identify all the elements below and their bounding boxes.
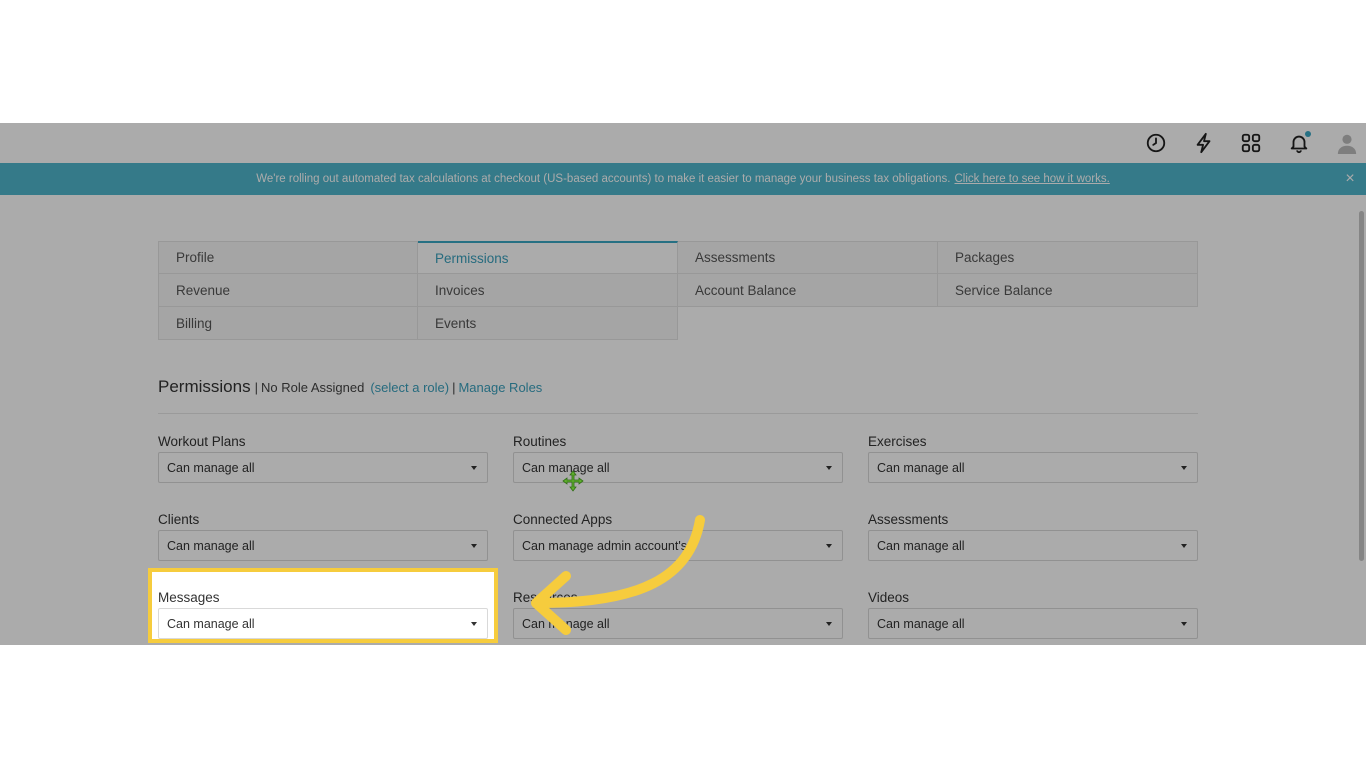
- tab-permissions[interactable]: Permissions: [418, 241, 678, 274]
- page-title: Permissions: [158, 377, 251, 396]
- separator: |: [254, 380, 258, 395]
- app-screenshot: We're rolling out automated tax calculat…: [0, 123, 1366, 645]
- manage-roles-link[interactable]: Manage Roles: [458, 380, 542, 395]
- move-cursor-icon: [562, 470, 584, 492]
- tab-packages[interactable]: Packages: [938, 241, 1198, 274]
- select-value: Can manage all: [167, 460, 255, 475]
- tab-revenue[interactable]: Revenue: [158, 274, 418, 307]
- caret-down-icon: [1181, 544, 1187, 548]
- caret-down-icon: [471, 544, 477, 548]
- permission-field-resources: Resources Can manage all: [513, 589, 843, 639]
- assessments-select[interactable]: Can manage all: [868, 530, 1198, 561]
- select-value: Can manage all: [522, 616, 610, 631]
- top-bar: [0, 123, 1366, 164]
- notification-dot: [1305, 131, 1311, 137]
- bell-icon[interactable]: [1285, 129, 1313, 157]
- permission-field-workout-plans: Workout Plans Can manage all: [158, 433, 488, 483]
- field-label: Routines: [513, 434, 567, 449]
- permission-field-connected-apps: Connected Apps Can manage admin account's: [513, 511, 843, 561]
- field-label: Resources: [513, 590, 578, 605]
- user-avatar-icon[interactable]: [1333, 129, 1361, 157]
- close-icon[interactable]: ×: [1340, 169, 1360, 189]
- profile-tabs: Profile Permissions Assessments Packages Rev…: [158, 241, 1198, 340]
- caret-down-icon: [471, 466, 477, 470]
- permission-field-assessments: Assessments Can manage all: [868, 511, 1198, 561]
- field-label: Videos: [868, 590, 910, 605]
- lightning-icon[interactable]: [1190, 129, 1218, 157]
- field-label: Messages: [158, 590, 220, 605]
- tab-invoices[interactable]: Invoices: [418, 274, 678, 307]
- tab-account-balance[interactable]: Account Balance: [678, 274, 938, 307]
- tab-events[interactable]: Events: [418, 307, 678, 340]
- clients-select[interactable]: Can manage all: [158, 530, 488, 561]
- messages-select[interactable]: Can manage all: [158, 608, 488, 639]
- field-label: Workout Plans: [158, 434, 246, 449]
- caret-down-icon: [826, 466, 832, 470]
- permission-field-exercises: Exercises Can manage all: [868, 433, 1198, 483]
- select-value: Can manage all: [877, 538, 965, 553]
- select-value: Can manage all: [877, 460, 965, 475]
- apps-grid-icon[interactable]: [1237, 129, 1265, 157]
- scrollbar[interactable]: [1359, 211, 1364, 561]
- tab-billing[interactable]: Billing: [158, 307, 418, 340]
- field-label: Exercises: [868, 434, 927, 449]
- banner-message: We're rolling out automated tax calculat…: [256, 173, 951, 185]
- field-label: Clients: [158, 512, 200, 527]
- field-label: Connected Apps: [513, 512, 613, 527]
- permission-field-clients: Clients Can manage all: [158, 511, 488, 561]
- permissions-header: Permissions | No Role Assigned (select a…: [158, 377, 1198, 414]
- videos-select[interactable]: Can manage all: [868, 608, 1198, 639]
- permission-field-messages: Messages Can manage all: [158, 589, 488, 639]
- caret-down-icon: [826, 622, 832, 626]
- field-label: Assessments: [868, 512, 949, 527]
- select-value: Can manage all: [167, 538, 255, 553]
- permission-field-videos: Videos Can manage all: [868, 589, 1198, 639]
- select-role-link[interactable]: (select a role): [370, 380, 449, 395]
- announcement-banner: We're rolling out automated tax calculat…: [0, 163, 1366, 195]
- tab-service-balance[interactable]: Service Balance: [938, 274, 1198, 307]
- connected-apps-select[interactable]: Can manage admin account's: [513, 530, 843, 561]
- workout-plans-select[interactable]: Can manage all: [158, 452, 488, 483]
- caret-down-icon: [826, 544, 832, 548]
- tab-assessments[interactable]: Assessments: [678, 241, 938, 274]
- separator: |: [452, 380, 456, 395]
- caret-down-icon: [1181, 622, 1187, 626]
- resources-select[interactable]: Can manage all: [513, 608, 843, 639]
- clock-icon[interactable]: [1142, 129, 1170, 157]
- role-status: No Role Assigned: [260, 380, 365, 395]
- select-value: Can manage admin account's: [522, 538, 687, 553]
- select-value: Can manage all: [167, 616, 255, 631]
- highlight-box: Messages Can manage all: [148, 568, 498, 643]
- caret-down-icon: [1181, 466, 1187, 470]
- exercises-select[interactable]: Can manage all: [868, 452, 1198, 483]
- caret-down-icon: [471, 622, 477, 626]
- tab-profile[interactable]: Profile: [158, 241, 418, 274]
- banner-link[interactable]: Click here to see how it works.: [954, 173, 1109, 185]
- select-value: Can manage all: [877, 616, 965, 631]
